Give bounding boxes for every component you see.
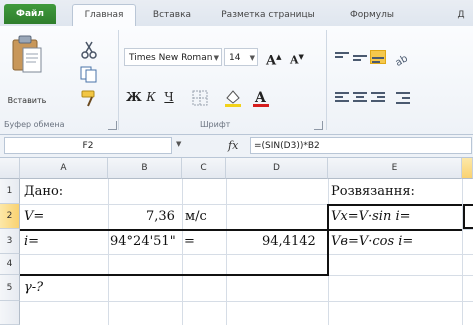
tab-formulas[interactable]: Формулы bbox=[340, 5, 404, 25]
underline-button[interactable]: Ч bbox=[162, 88, 176, 106]
bold-button[interactable]: Ж bbox=[126, 88, 142, 106]
font-color-icon[interactable]: A bbox=[250, 88, 272, 108]
tab-home[interactable]: Главная bbox=[72, 4, 136, 27]
table-border bbox=[328, 229, 462, 231]
tab-extra[interactable]: Д bbox=[452, 5, 470, 25]
row-header-6[interactable] bbox=[0, 301, 20, 325]
indent-icon[interactable] bbox=[392, 88, 414, 108]
fill-color-icon[interactable] bbox=[222, 88, 244, 108]
align-left-button[interactable] bbox=[334, 90, 350, 104]
spreadsheet-grid: A B C D E 1 2 3 4 5 Дано: Розвязання: V=… bbox=[0, 158, 473, 325]
font-size-select[interactable]: 14 ▼ bbox=[224, 48, 258, 66]
formula-bar: F2 ▼ fx =(SIN(D3))*B2 bbox=[0, 135, 473, 158]
grow-font-button[interactable]: A▲ bbox=[266, 48, 281, 68]
column-header-c[interactable]: C bbox=[182, 158, 226, 179]
paste-icon bbox=[12, 35, 42, 73]
formula-input[interactable]: =(SIN(D3))*B2 bbox=[250, 137, 472, 154]
table-border bbox=[327, 204, 329, 276]
gridline bbox=[108, 179, 109, 325]
font-size-value: 14 bbox=[229, 53, 241, 63]
tab-page-layout[interactable]: Разметка страницы bbox=[212, 5, 324, 25]
svg-text:A: A bbox=[254, 90, 267, 106]
table-border bbox=[328, 204, 462, 206]
align-center-button[interactable] bbox=[352, 90, 368, 104]
row-header-4[interactable]: 4 bbox=[0, 254, 20, 275]
align-bottom-button[interactable] bbox=[370, 50, 386, 64]
row-header-3[interactable]: 3 bbox=[0, 229, 20, 254]
cell-d3[interactable]: 94,4142 bbox=[262, 234, 316, 249]
copy-icon[interactable] bbox=[78, 64, 100, 84]
italic-button[interactable]: К bbox=[144, 88, 158, 106]
paste-button[interactable]: Вставить bbox=[4, 32, 50, 112]
cell-b2[interactable]: 7,36 bbox=[146, 209, 175, 224]
paste-label: Вставить bbox=[7, 96, 47, 105]
svg-text:ab: ab bbox=[394, 53, 410, 68]
cell-a3[interactable]: i= bbox=[24, 234, 39, 249]
font-launcher[interactable] bbox=[314, 121, 323, 130]
column-header-a[interactable]: A bbox=[20, 158, 108, 179]
row-header-1[interactable]: 1 bbox=[0, 179, 20, 204]
format-painter-icon[interactable] bbox=[78, 88, 100, 108]
column-header-e[interactable]: E bbox=[328, 158, 462, 179]
gridline bbox=[226, 179, 227, 325]
clipboard-launcher[interactable] bbox=[108, 121, 117, 130]
orientation-icon[interactable]: ab bbox=[392, 48, 414, 68]
table-border bbox=[20, 274, 329, 276]
active-cell-f2[interactable] bbox=[463, 204, 473, 229]
group-separator bbox=[118, 30, 119, 130]
gridline bbox=[182, 179, 183, 325]
column-header-d[interactable]: D bbox=[226, 158, 328, 179]
cell-a5[interactable]: γ-? bbox=[24, 280, 43, 295]
align-top-button[interactable] bbox=[334, 50, 350, 64]
table-border bbox=[20, 229, 328, 231]
select-all-corner[interactable] bbox=[0, 158, 20, 179]
gridline bbox=[20, 301, 473, 302]
font-name-select[interactable]: Times New Roman ▼ bbox=[124, 48, 222, 66]
row-header-5[interactable]: 5 bbox=[0, 275, 20, 301]
column-header-b[interactable]: B bbox=[108, 158, 182, 179]
name-box-chevron-down-icon[interactable]: ▼ bbox=[176, 140, 181, 148]
chevron-down-icon: ▼ bbox=[249, 54, 255, 62]
tab-file[interactable]: Файл bbox=[4, 4, 56, 24]
row-header-2[interactable]: 2 bbox=[0, 204, 20, 229]
cell-e3[interactable]: Vв=V·cos i= bbox=[331, 234, 413, 249]
name-box[interactable]: F2 bbox=[4, 137, 172, 154]
ribbon-tabs: Файл Главная Вставка Разметка страницы Ф… bbox=[0, 0, 473, 27]
cell-e1[interactable]: Розвязання: bbox=[331, 184, 415, 199]
gridline bbox=[20, 254, 473, 255]
font-name-value: Times New Roman bbox=[129, 53, 213, 63]
column-header-f[interactable] bbox=[462, 158, 473, 179]
group-separator bbox=[326, 30, 327, 130]
cut-icon[interactable] bbox=[78, 40, 100, 60]
font-group-label: Шрифт bbox=[200, 120, 231, 129]
cell-c3[interactable]: = bbox=[184, 234, 195, 249]
cell-c2[interactable]: м/с bbox=[185, 209, 207, 224]
align-middle-button[interactable] bbox=[352, 50, 368, 64]
cell-b3[interactable]: 94°24'51" bbox=[110, 234, 176, 249]
ribbon: Вставить Буфер обмена Times New Roman ▼ … bbox=[0, 26, 473, 135]
borders-icon[interactable] bbox=[190, 88, 212, 108]
cell-a1[interactable]: Дано: bbox=[24, 184, 63, 199]
align-right-button[interactable] bbox=[370, 90, 386, 104]
insert-function-icon[interactable]: fx bbox=[228, 137, 238, 155]
cell-a2[interactable]: V= bbox=[24, 209, 44, 224]
gridline bbox=[462, 179, 463, 325]
cell-e2[interactable]: Vx=V·sin i= bbox=[331, 209, 411, 224]
clipboard-group-label: Буфер обмена bbox=[4, 120, 65, 129]
shrink-font-button[interactable]: A▼ bbox=[290, 48, 304, 67]
tab-insert[interactable]: Вставка bbox=[144, 5, 200, 25]
chevron-down-icon: ▼ bbox=[213, 54, 219, 62]
